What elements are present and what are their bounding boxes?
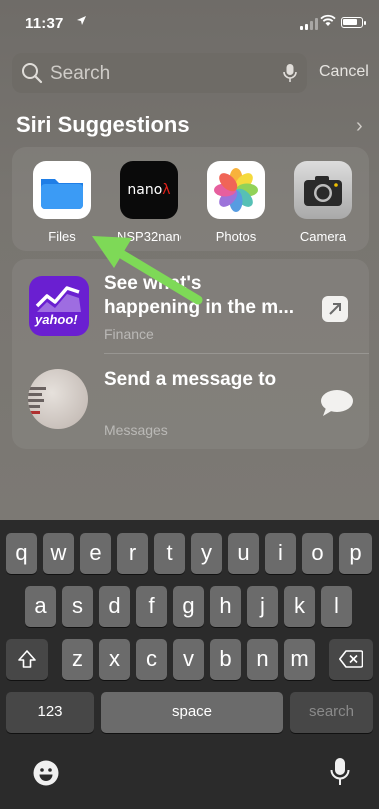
key-i[interactable]: i	[265, 533, 296, 574]
key-x[interactable]: x	[99, 639, 130, 680]
status-time: 11:37	[25, 15, 64, 32]
result-divider	[104, 353, 369, 354]
open-arrow-icon[interactable]	[322, 296, 348, 322]
cellular-signal-icon	[300, 18, 318, 30]
key-k[interactable]: k	[284, 586, 315, 627]
files-app-icon	[33, 161, 91, 219]
app-photos[interactable]: Photos	[204, 161, 268, 244]
contact-avatar	[28, 369, 88, 429]
key-j[interactable]: j	[247, 586, 278, 627]
key-n[interactable]: n	[247, 639, 278, 680]
key-b[interactable]: b	[210, 639, 241, 680]
key-w[interactable]: w	[43, 533, 74, 574]
app-label: NSP32nanoL...	[117, 229, 181, 244]
app-label: Camera	[299, 229, 347, 244]
space-key[interactable]: space	[101, 692, 283, 733]
emoji-icon[interactable]	[32, 759, 60, 792]
app-label: Files	[48, 229, 76, 244]
key-o[interactable]: o	[302, 533, 333, 574]
result-source: Messages	[104, 422, 168, 438]
result-title-line2: happening in the m...	[104, 297, 294, 318]
app-nsp32nano[interactable]: nanoλ NSP32nanoL...	[117, 161, 181, 244]
search-input[interactable]	[48, 59, 272, 89]
result-title-line1: Send a message to	[104, 369, 277, 390]
photos-app-icon	[207, 161, 265, 219]
key-p[interactable]: p	[339, 533, 372, 574]
microphone-icon[interactable]	[283, 63, 297, 88]
shift-icon	[18, 650, 36, 668]
battery-icon	[341, 17, 366, 28]
status-bar: 11:37	[0, 0, 379, 48]
message-bubble-icon[interactable]	[320, 389, 354, 422]
key-h[interactable]: h	[210, 586, 241, 627]
delete-icon	[339, 650, 364, 668]
cancel-button[interactable]: Cancel	[319, 63, 369, 81]
app-camera[interactable]: Camera	[291, 161, 355, 244]
key-c[interactable]: c	[136, 639, 167, 680]
app-label: Photos	[215, 229, 257, 244]
chevron-right-icon[interactable]: ›	[356, 115, 363, 138]
siri-suggestions-title: Siri Suggestions	[16, 112, 190, 137]
key-z[interactable]: z	[62, 639, 93, 680]
key-r[interactable]: r	[117, 533, 148, 574]
key-s[interactable]: s	[62, 586, 93, 627]
key-q[interactable]: q	[6, 533, 37, 574]
key-y[interactable]: y	[191, 533, 222, 574]
wifi-icon	[320, 14, 336, 32]
key-d[interactable]: d	[99, 586, 130, 627]
dictation-microphone-icon[interactable]	[330, 757, 350, 792]
key-e[interactable]: e	[80, 533, 111, 574]
key-v[interactable]: v	[173, 639, 204, 680]
app-files[interactable]: Files	[30, 161, 94, 244]
location-arrow-icon	[76, 15, 87, 29]
result-title-line1: See what's	[104, 273, 202, 294]
key-g[interactable]: g	[173, 586, 204, 627]
delete-key[interactable]	[329, 639, 373, 680]
key-a[interactable]: a	[25, 586, 56, 627]
key-l[interactable]: l	[321, 586, 352, 627]
camera-app-icon	[294, 161, 352, 219]
search-icon	[21, 62, 43, 89]
search-field[interactable]	[12, 53, 307, 93]
key-f[interactable]: f	[136, 586, 167, 627]
key-t[interactable]: t	[154, 533, 185, 574]
key-u[interactable]: u	[228, 533, 259, 574]
numbers-key[interactable]: 123	[6, 692, 94, 733]
result-source: Finance	[104, 326, 154, 342]
yahoo-finance-icon: yahoo!	[29, 276, 89, 336]
nano-app-icon: nanoλ	[120, 161, 178, 219]
search-key[interactable]: search	[290, 692, 373, 733]
shift-key[interactable]	[6, 639, 48, 680]
key-m[interactable]: m	[284, 639, 315, 680]
